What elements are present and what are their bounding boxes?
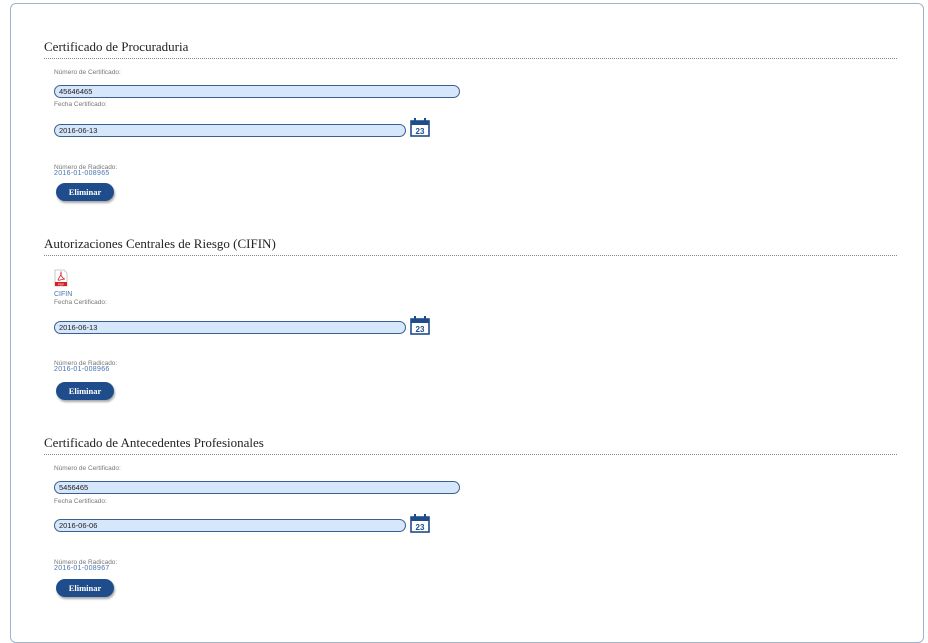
calendar-icon[interactable]: 23 [410, 315, 430, 335]
radicado-value: 2016-01-008967 [54, 565, 110, 572]
date-field[interactable]: 2016-06-13 [54, 124, 406, 137]
calendar-day: 23 [416, 127, 425, 136]
delete-button[interactable]: Eliminar [56, 382, 114, 400]
section-antecedentes: Certificado de Antecedentes Profesionale… [44, 435, 897, 597]
date-field[interactable]: 2016-06-13 [54, 321, 406, 334]
date-field[interactable]: 2016-06-06 [54, 519, 406, 532]
pdf-file-icon[interactable]: PDF [54, 269, 68, 287]
cert-number-label: Número de Certificado: [54, 465, 121, 472]
radicado-value: 2016-01-008966 [54, 366, 110, 373]
delete-button[interactable]: Eliminar [56, 183, 114, 201]
cifin-file-link[interactable]: CIFIN [54, 291, 72, 298]
section-title: Certificado de Antecedentes Profesionale… [44, 435, 897, 455]
calendar-icon[interactable]: 23 [410, 117, 430, 137]
calendar-day: 23 [416, 523, 425, 532]
date-label: Fecha Certificado: [54, 498, 107, 505]
pdf-label: PDF [58, 282, 64, 286]
delete-button[interactable]: Eliminar [56, 579, 114, 597]
cert-number-label: Número de Certificado: [54, 69, 121, 76]
cert-number-field[interactable]: 5456465 [54, 481, 460, 494]
radicado-value: 2016-01-008965 [54, 170, 110, 177]
calendar-icon[interactable]: 23 [410, 513, 430, 533]
date-label: Fecha Certificado: [54, 299, 107, 306]
section-procuraduria: Certificado de Procuraduria Número de Ce… [44, 39, 897, 201]
section-cifin: Autorizaciones Centrales de Riesgo (CIFI… [44, 236, 897, 400]
cert-number-field[interactable]: 45646465 [54, 85, 460, 98]
calendar-day: 23 [416, 325, 425, 334]
section-title: Autorizaciones Centrales de Riesgo (CIFI… [44, 236, 897, 256]
date-label: Fecha Certificado: [54, 101, 107, 108]
section-title: Certificado de Procuraduria [44, 39, 897, 59]
